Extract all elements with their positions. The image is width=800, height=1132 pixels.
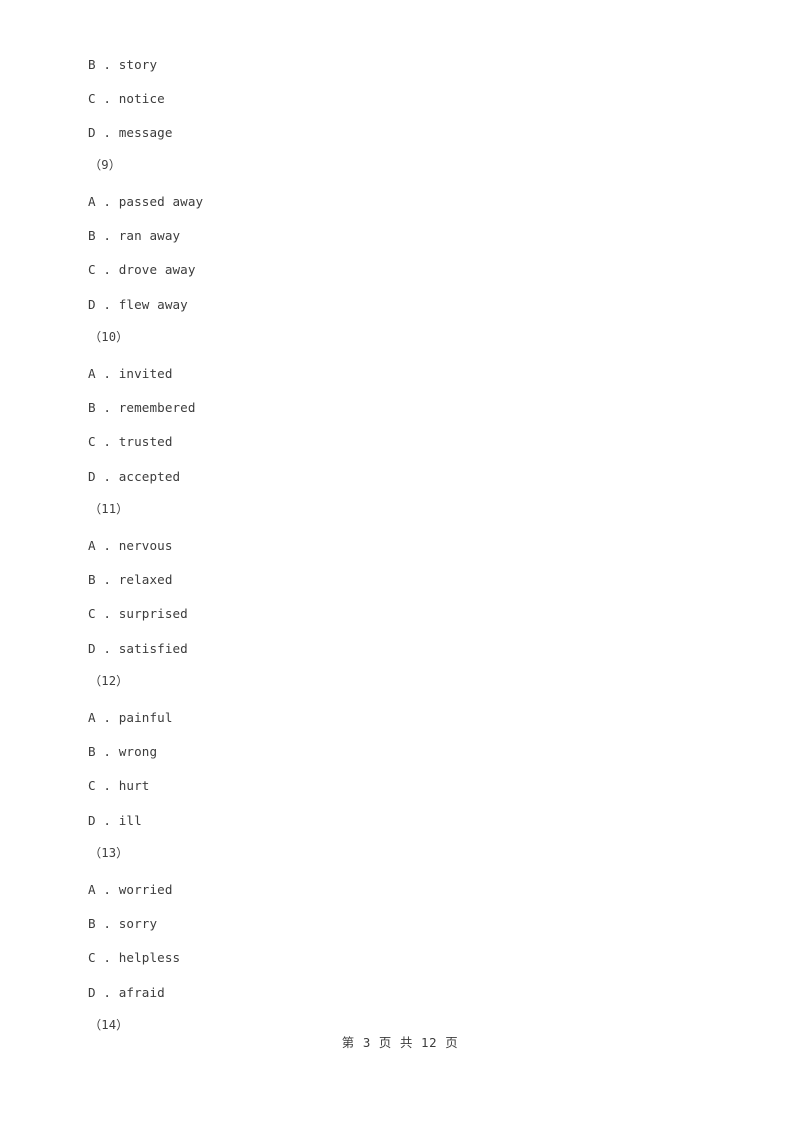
answer-option: C . trusted: [88, 434, 173, 449]
answer-option: B . wrong: [88, 744, 158, 759]
answer-option: D . accepted: [88, 469, 181, 484]
answer-option: D . flew away: [88, 297, 188, 312]
answer-option: B . relaxed: [88, 572, 173, 587]
answer-option: B . ran away: [88, 228, 181, 243]
question-number: （12）: [89, 674, 129, 688]
page-footer: 第 3 页 共 12 页: [341, 1035, 459, 1050]
question-number: （13）: [89, 846, 129, 860]
answer-option: A . nervous: [88, 538, 173, 553]
question-number: （11）: [89, 502, 129, 516]
answer-option: D . ill: [88, 813, 142, 828]
answer-option: B . story: [88, 57, 158, 72]
answer-option: D . message: [88, 125, 173, 140]
answer-option: C . helpless: [88, 950, 181, 965]
answer-option: C . surprised: [88, 606, 188, 621]
document-page: B . story C . notice D . message （9） A . pas…: [0, 0, 800, 1132]
answer-option: D . satisfied: [88, 641, 188, 656]
answer-option: A . painful: [88, 710, 173, 725]
answer-option: B . sorry: [88, 916, 158, 931]
answer-option: A . worried: [88, 882, 173, 897]
answer-option: D . afraid: [88, 985, 165, 1000]
answer-option: C . hurt: [88, 778, 150, 793]
answer-option: C . notice: [88, 91, 165, 106]
answer-option: B . remembered: [88, 400, 196, 415]
answer-option: A . invited: [88, 366, 173, 381]
answer-option: C . drove away: [88, 262, 196, 277]
answer-option: A . passed away: [88, 194, 204, 209]
question-number: （9）: [89, 158, 122, 172]
question-number: （10）: [89, 330, 129, 344]
